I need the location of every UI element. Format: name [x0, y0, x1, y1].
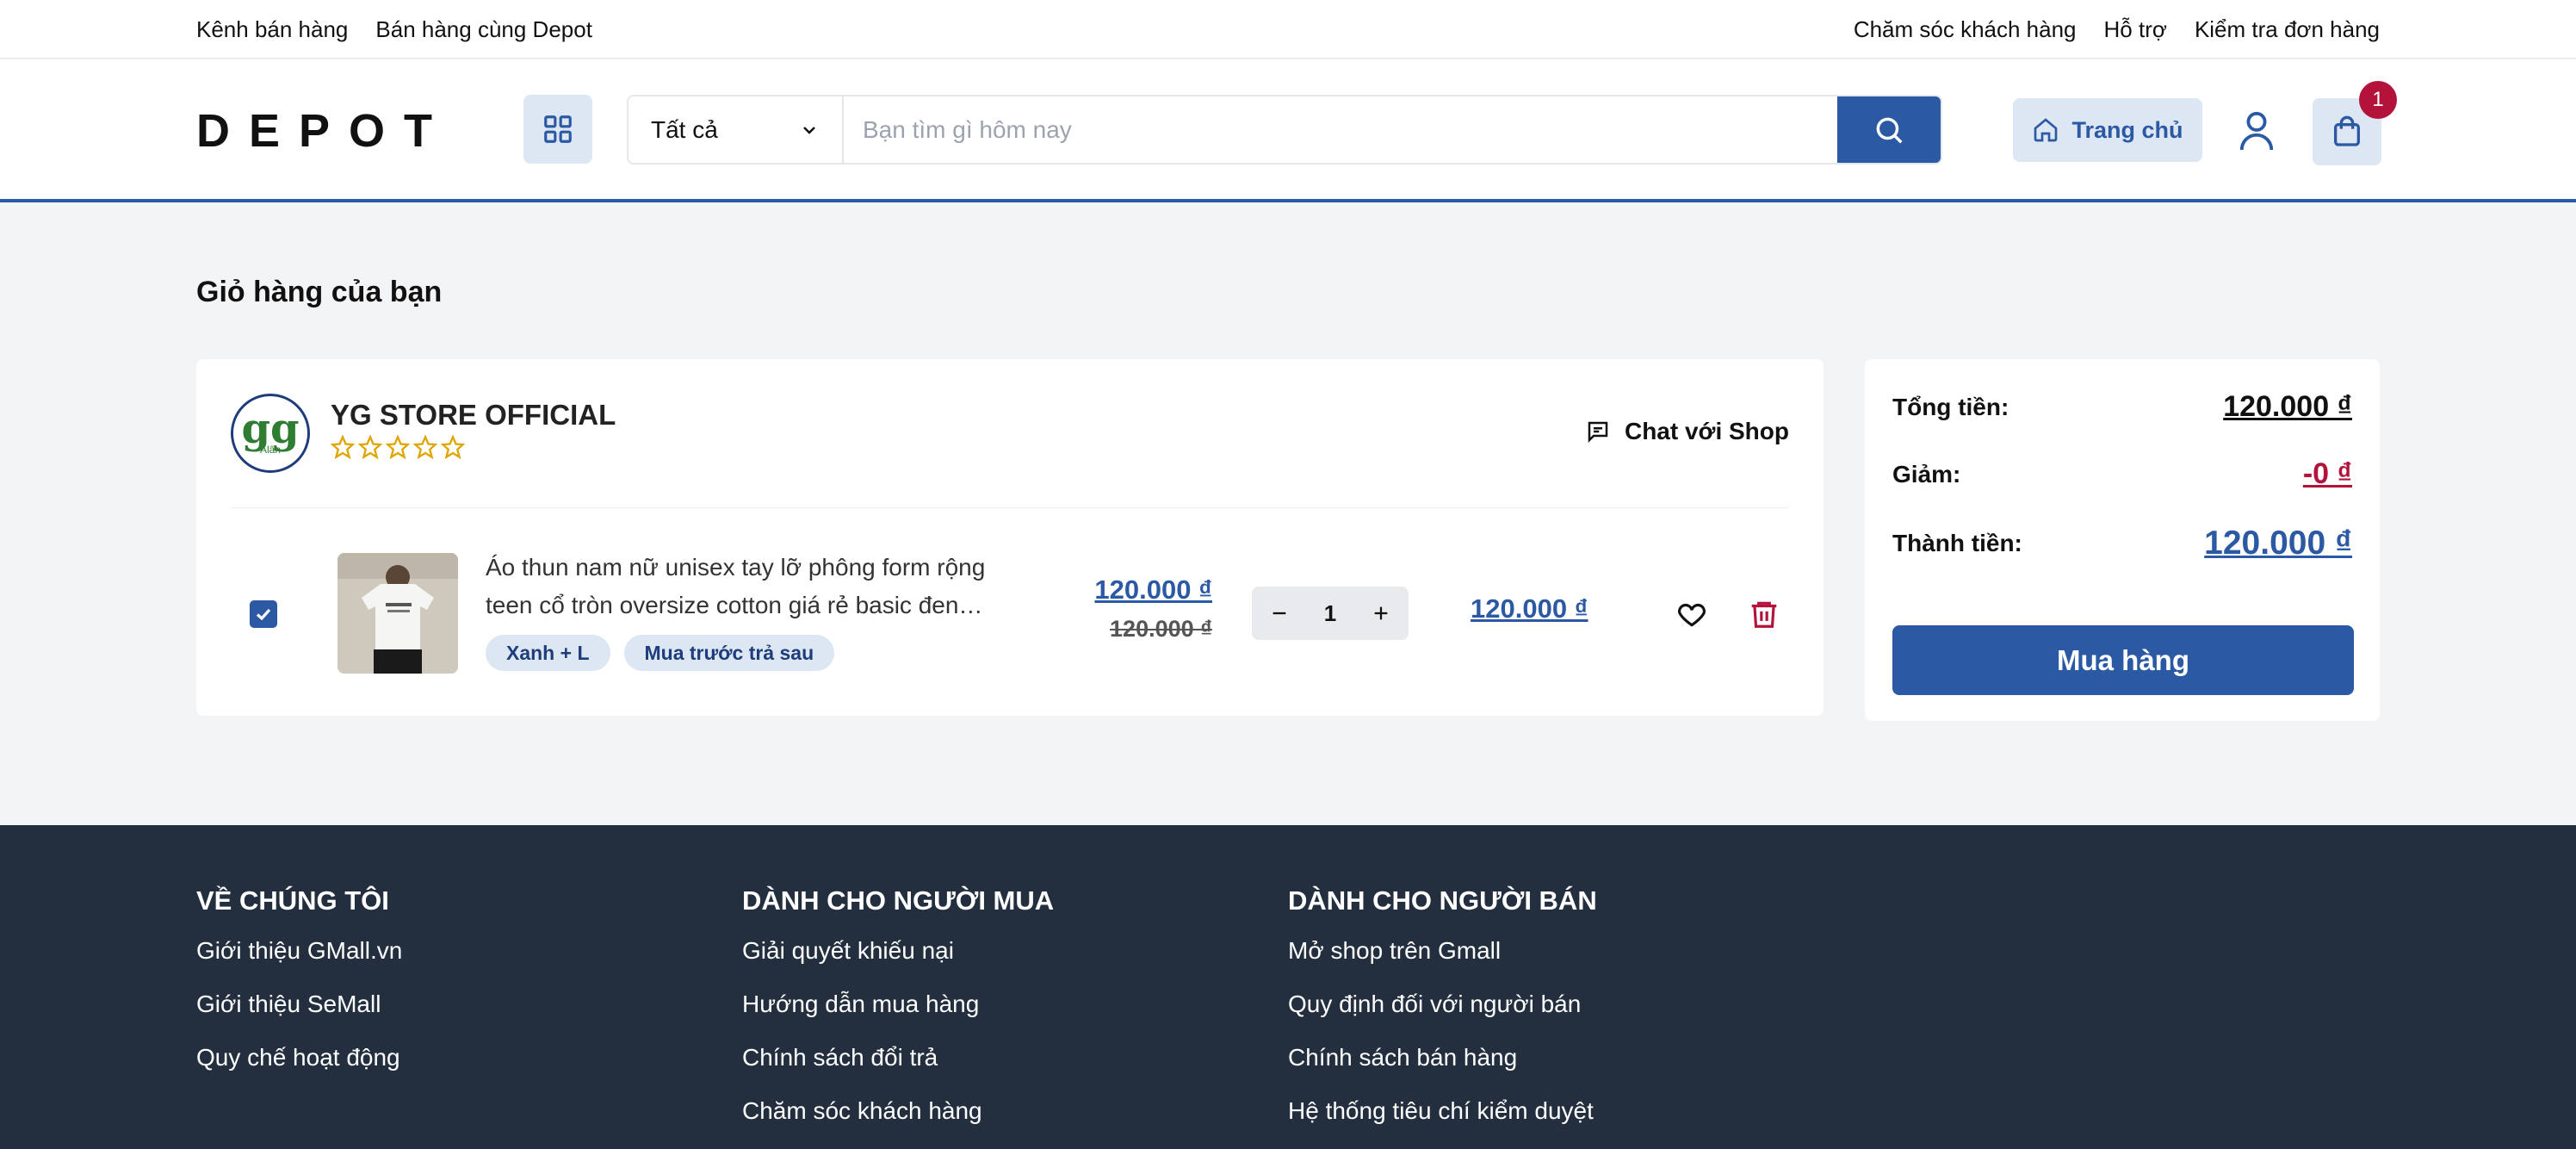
increase-quantity-button[interactable]	[1365, 598, 1396, 629]
search-button[interactable]	[1837, 96, 1941, 163]
cart-count-badge: 1	[2359, 81, 2397, 119]
delete-item-button[interactable]	[1746, 596, 1782, 632]
footer-column-title: DÀNH CHO NGƯỜI BÁN	[1288, 885, 1597, 916]
user-icon	[2239, 111, 2274, 151]
search-category-select[interactable]: Tất cả	[629, 96, 844, 163]
chat-with-shop-label: Chat với Shop	[1624, 418, 1789, 444]
star-icon	[413, 435, 437, 459]
plus-icon	[1374, 606, 1388, 620]
footer-column-about: VỀ CHÚNG TÔI Giới thiệu GMall.vn Giới th…	[196, 885, 402, 1097]
product-tags: Xanh + L Mua trước trả sau	[486, 635, 835, 671]
quantity-stepper: 1	[1252, 587, 1409, 640]
top-bar-right: Chăm sóc khách hàng Hỗ trợ Kiểm tra đơn …	[1854, 0, 2380, 59]
bnpl-tag: Mua trước trả sau	[623, 635, 835, 671]
summary-total-row: Tổng tiền: 120.000 ₫	[1892, 390, 2352, 424]
main-header: DEPOT Tất cả Trang chủ 1	[0, 59, 2576, 202]
shop-name[interactable]: YG STORE OFFICIAL	[331, 399, 616, 432]
shopping-bag-icon	[2334, 115, 2360, 146]
footer-link[interactable]: Giới thiệu SeMall	[196, 991, 402, 1018]
footer-link[interactable]: Chính sách bán hàng	[1288, 1044, 1597, 1071]
search-input[interactable]	[844, 96, 1837, 163]
shop-avatar[interactable]: gg Alân	[231, 394, 310, 473]
search-icon	[1876, 117, 1903, 143]
discount-label: Giảm:	[1892, 460, 1961, 488]
account-button[interactable]	[2233, 98, 2280, 162]
footer-link[interactable]: Quy định đối với người bán	[1288, 991, 1597, 1018]
site-footer: VỀ CHÚNG TÔI Giới thiệu GMall.vn Giới th…	[0, 825, 2576, 1149]
star-icon	[358, 435, 382, 459]
grid-icon	[544, 115, 572, 143]
product-image	[337, 553, 458, 674]
footer-column-sellers: DÀNH CHO NGƯỜI BÁN Mở shop trên Gmall Qu…	[1288, 885, 1597, 1149]
top-bar: Kênh bán hàng Bán hàng cùng Depot Chăm s…	[0, 0, 2576, 59]
star-icon	[441, 435, 465, 459]
original-price: 120.000 ₫	[1110, 616, 1212, 642]
category-menu-button[interactable]	[523, 95, 592, 164]
heart-icon	[1678, 603, 1706, 627]
support-link[interactable]: Hỗ trợ	[2104, 16, 2167, 43]
footer-link[interactable]: Giải quyết khiếu nại	[742, 937, 1054, 965]
sell-with-depot-link[interactable]: Bán hàng cùng Depot	[375, 16, 592, 43]
unit-price: 120.000 ₫	[1094, 574, 1212, 605]
checkout-button[interactable]: Mua hàng	[1892, 625, 2354, 695]
total-label: Tổng tiền:	[1892, 393, 2009, 420]
seller-channel-link[interactable]: Kênh bán hàng	[196, 16, 348, 43]
top-bar-left: Kênh bán hàng Bán hàng cùng Depot	[196, 0, 592, 59]
footer-link[interactable]: Giới thiệu GMall.vn	[196, 937, 402, 965]
product-name[interactable]: Áo thun nam nữ unisex tay lỡ phông form …	[486, 549, 1019, 624]
home-button-label: Trang chủ	[2071, 116, 2183, 143]
shop-logo-mark: gg	[241, 405, 300, 453]
item-checkbox[interactable]	[250, 600, 277, 628]
customer-care-link[interactable]: Chăm sóc khách hàng	[1854, 16, 2077, 43]
footer-column-title: VỀ CHÚNG TÔI	[196, 885, 389, 916]
chevron-down-icon	[803, 126, 815, 134]
order-summary: Tổng tiền: 120.000 ₫ Giảm: -0 ₫ Thành ti…	[1865, 359, 2380, 721]
final-total-label: Thành tiền:	[1892, 530, 2022, 556]
footer-link[interactable]: Hệ thống tiêu chí kiểm duyệt	[1288, 1097, 1597, 1125]
footer-column-buyers: DÀNH CHO NGƯỜI MUA Giải quyết khiếu nại …	[742, 885, 1054, 1149]
shop-rating	[331, 435, 465, 459]
trash-icon	[1751, 601, 1777, 628]
home-icon	[2034, 118, 2058, 142]
page-title: Giỏ hàng của bạn	[196, 276, 443, 308]
product-thumbnail[interactable]	[337, 553, 458, 674]
variant-tag[interactable]: Xanh + L	[486, 635, 610, 671]
cart-button[interactable]: 1	[2313, 81, 2397, 165]
order-check-link[interactable]: Kiểm tra đơn hàng	[2195, 16, 2380, 43]
summary-discount-row: Giảm: -0 ₫	[1892, 457, 2352, 491]
footer-link[interactable]: Chính sách đổi trả	[742, 1044, 1054, 1071]
favorite-button[interactable]	[1674, 596, 1710, 632]
star-icon	[331, 435, 355, 459]
line-total: 120.000 ₫	[1471, 593, 1588, 624]
quantity-value[interactable]: 1	[1324, 600, 1336, 627]
decrease-quantity-button[interactable]	[1264, 598, 1295, 629]
footer-link[interactable]: Quy chế hoạt động	[196, 1044, 402, 1071]
footer-link[interactable]: Hướng dẫn mua hàng	[742, 991, 1054, 1018]
search-bar: Tất cả	[627, 95, 1942, 165]
minus-icon	[1273, 612, 1286, 615]
discount-value: -0 ₫	[2302, 457, 2352, 490]
total-value: 120.000 ₫	[2223, 390, 2352, 423]
footer-link[interactable]: Mở shop trên Gmall	[1288, 937, 1597, 965]
search-category-value: Tất cả	[651, 115, 718, 143]
footer-column-title: DÀNH CHO NGƯỜI MUA	[742, 885, 1055, 916]
site-logo[interactable]: DEPOT	[196, 104, 451, 158]
final-total-value: 120.000 ₫	[2204, 525, 2352, 562]
chat-with-shop-button[interactable]: Chat với Shop	[1585, 418, 1789, 445]
footer-link[interactable]: Chăm sóc khách hàng	[742, 1097, 1054, 1125]
chat-icon	[1588, 421, 1608, 444]
check-icon	[256, 608, 271, 621]
cart-shop-card: gg Alân YG STORE OFFICIAL Chat với Shop …	[196, 359, 1824, 716]
home-button[interactable]: Trang chủ	[2013, 98, 2202, 162]
shop-logo-subtext: Alân	[259, 444, 282, 456]
star-icon	[386, 435, 410, 459]
summary-final-row: Thành tiền: 120.000 ₫	[1892, 525, 2352, 562]
card-divider	[231, 507, 1789, 508]
